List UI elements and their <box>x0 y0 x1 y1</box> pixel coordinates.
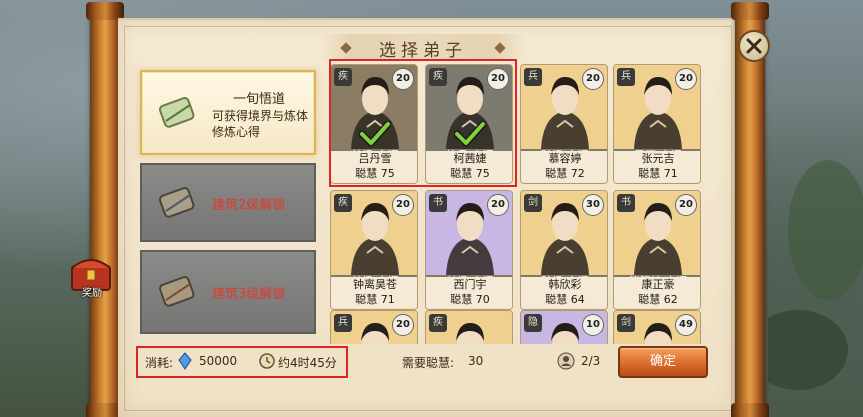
disciple-level-badge: 20 <box>392 194 414 216</box>
disciple-info: 吕丹雪 聪慧 75 <box>331 151 417 183</box>
disciple-card[interactable]: 剑30矿场 空闲韩欣彩聪慧 64 <box>520 190 608 310</box>
disciple-wisdom: 聪慧 64 <box>521 292 607 308</box>
disciple-name: 吕丹雪 <box>331 151 417 166</box>
disciple-card[interactable]: 剑 49 <box>613 310 701 344</box>
task-description: 可获得境界与炼体修炼心得 <box>212 109 309 139</box>
disciple-wisdom: 聪慧 75 <box>426 166 512 182</box>
disciple-card[interactable]: 兵20矿场 空闲慕容婷聪慧 72 <box>520 64 608 184</box>
disciple-wisdom: 聪慧 71 <box>614 166 700 182</box>
blue-spirit-stone-icon <box>178 352 192 370</box>
disciple-type-badge: 隐 <box>524 314 542 332</box>
disciple-type-badge: 兵 <box>617 68 635 86</box>
disciple-level-badge: 20 <box>675 194 697 216</box>
disciple-level-badge: 20 <box>487 194 509 216</box>
disciple-card[interactable]: 书20符箓坊 空闲康正豪聪慧 62 <box>613 190 701 310</box>
disciple-card[interactable]: 隐 10 <box>520 310 608 344</box>
disciple-type-badge: 剑 <box>617 314 635 332</box>
disciple-name: 慕容婷 <box>521 151 607 166</box>
disciple-name: 康正豪 <box>614 277 700 292</box>
scroll-rod-right <box>731 2 769 417</box>
disciple-card[interactable]: 兵20灵田 空闲张元吉聪慧 71 <box>613 64 701 184</box>
disciple-level-badge: 49 <box>675 314 697 336</box>
disciple-name: 西门宇 <box>426 277 512 292</box>
close-icon <box>746 38 762 54</box>
disciple-card[interactable]: 兵 20 <box>330 310 418 344</box>
close-button[interactable] <box>738 30 770 62</box>
disciple-name: 钟离昊苍 <box>331 277 417 292</box>
disciple-type-badge: 疾 <box>334 68 352 86</box>
disciple-name: 柯茜婕 <box>426 151 512 166</box>
disciple-type-badge: 疾 <box>429 314 447 332</box>
disciple-type-badge: 兵 <box>524 68 542 86</box>
disciple-card[interactable]: 疾20林场 空闲钟离昊苍聪慧 71 <box>330 190 418 310</box>
disciple-info: 康正豪 聪慧 62 <box>614 277 700 309</box>
confirm-button[interactable]: 确定 <box>618 346 708 378</box>
checkmark-icon <box>359 121 391 147</box>
disciple-info: 西门宇 聪慧 70 <box>426 277 512 309</box>
disciple-info: 柯茜婕 聪慧 75 <box>426 151 512 183</box>
disciple-level-badge: 20 <box>487 68 509 90</box>
disciple-type-badge: 疾 <box>334 194 352 212</box>
disciple-wisdom: 聪慧 70 <box>426 292 512 308</box>
disciple-type-badge: 书 <box>617 194 635 212</box>
task-lock-label: 建筑2级解锁 <box>212 197 286 213</box>
dialog-title: 选择弟子 <box>379 41 467 61</box>
disciple-card[interactable]: 疾 <box>425 310 513 344</box>
disciple-wisdom: 聪慧 72 <box>521 166 607 182</box>
disciple-card[interactable]: 书20林场 空闲西门宇聪慧 70 <box>425 190 513 310</box>
dialog-header: 选择弟子 <box>320 30 526 64</box>
scroll-manual-icon <box>158 186 195 218</box>
cost-label: 消耗: <box>145 356 174 370</box>
wisdom-requirement-value: 30 <box>468 354 484 368</box>
reward-label: 奖励 <box>82 288 102 299</box>
scroll-manual-icon <box>158 276 195 307</box>
disciple-info: 钟离昊苍 聪慧 71 <box>331 277 417 309</box>
disciple-level-badge: 20 <box>582 68 604 90</box>
scroll-rod-left <box>86 2 124 417</box>
disciple-wisdom: 聪慧 71 <box>331 292 417 308</box>
background-trees <box>748 50 863 417</box>
disciple-wisdom: 聪慧 75 <box>331 166 417 182</box>
selected-count: 2/3 <box>581 354 601 368</box>
disciple-level-badge: 20 <box>392 314 414 336</box>
disciple-level-badge: 20 <box>392 68 414 90</box>
disciple-info: 韩欣彩 聪慧 64 <box>521 277 607 309</box>
time-icon <box>259 353 275 369</box>
disciple-grid: 疾20林场 空闲吕丹雪聪慧 75疾20炼丹 空闲柯茜婕聪慧 75兵20矿场 空闲… <box>330 64 722 344</box>
disciple-type-badge: 兵 <box>334 314 352 332</box>
time-value: 约4时45分 <box>278 356 337 370</box>
cost-value: 50000 <box>199 354 238 368</box>
task-title: 一旬悟道 <box>232 92 285 107</box>
scroll-manual-icon <box>158 96 195 128</box>
disciple-card[interactable]: 疾20炼丹 空闲柯茜婕聪慧 75 <box>425 64 513 184</box>
disciple-name: 韩欣彩 <box>521 277 607 292</box>
disciple-name: 张元吉 <box>614 151 700 166</box>
disciple-card[interactable]: 疾20林场 空闲吕丹雪聪慧 75 <box>330 64 418 184</box>
disciple-level-badge: 20 <box>675 68 697 90</box>
disciple-icon <box>557 352 575 370</box>
disciple-info: 张元吉 聪慧 71 <box>614 151 700 183</box>
task-option-locked[interactable]: 建筑3级解锁 <box>140 250 316 334</box>
task-option-selected[interactable]: 一旬悟道 可获得境界与炼体修炼心得 <box>140 70 316 155</box>
wisdom-requirement-label: 需要聪慧: <box>402 356 455 370</box>
task-option-locked[interactable]: 建筑2级解锁 <box>140 163 316 242</box>
disciple-wisdom: 聪慧 62 <box>614 292 700 308</box>
disciple-type-badge: 剑 <box>524 194 542 212</box>
disciple-info: 慕容婷 聪慧 72 <box>521 151 607 183</box>
disciple-type-badge: 书 <box>429 194 447 212</box>
disciple-type-badge: 疾 <box>429 68 447 86</box>
disciple-level-badge: 10 <box>582 314 604 336</box>
disciple-level-badge: 30 <box>582 194 604 216</box>
checkmark-icon <box>454 121 486 147</box>
task-lock-label: 建筑3级解锁 <box>212 287 286 302</box>
